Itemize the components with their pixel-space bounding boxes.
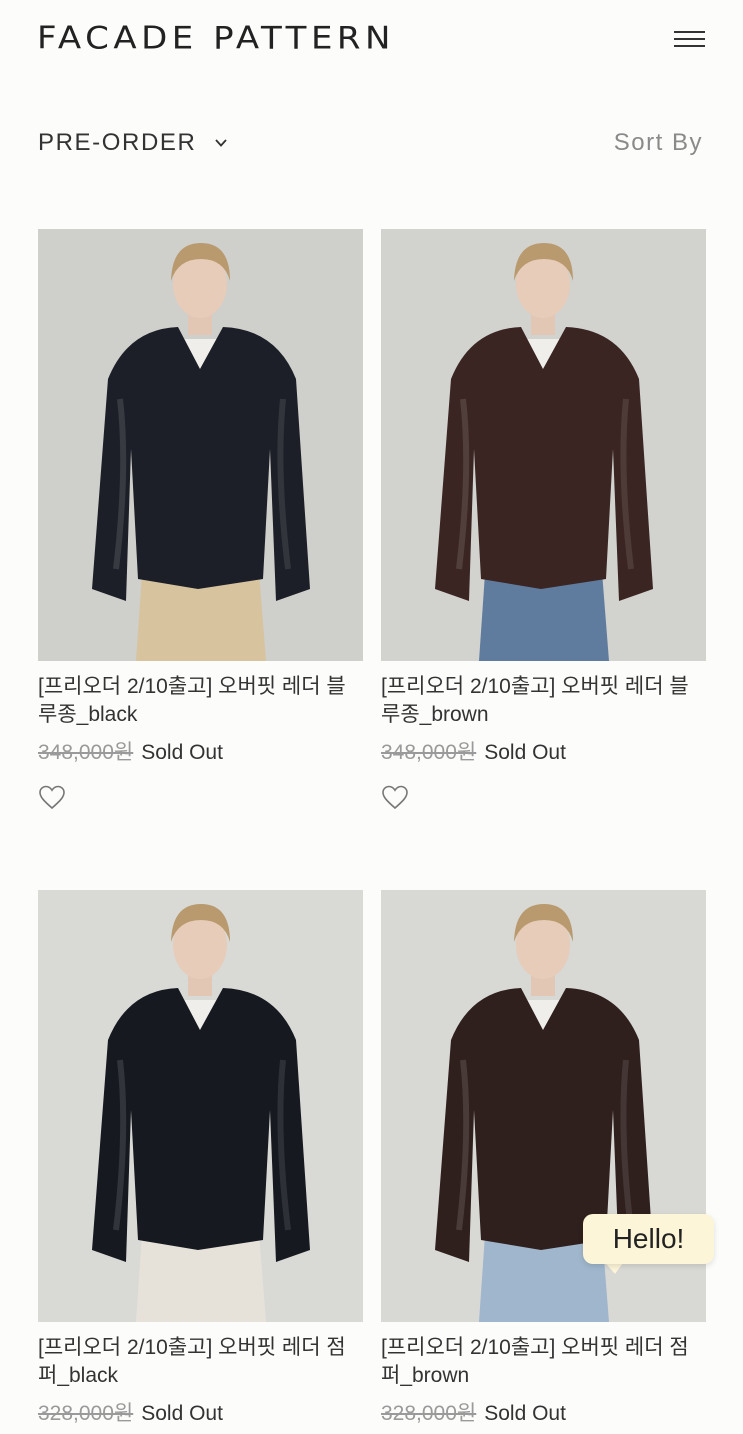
model-figure <box>92 904 310 1322</box>
price-row: 348,000원 Sold Out <box>381 739 706 767</box>
brand-logo[interactable]: FACADE PATTERN <box>37 20 395 57</box>
product-card: [프리오더 2/10출고] 오버핏 레더 점퍼_black 328,000원 S… <box>38 890 363 1428</box>
product-name[interactable]: [프리오더 2/10출고] 오버핏 레더 점퍼_brown <box>381 1334 706 1390</box>
model-figure <box>92 243 310 661</box>
sort-by-button[interactable]: Sort By <box>614 129 703 157</box>
sold-out-label: Sold Out <box>484 1402 566 1425</box>
product-card: [프리오더 2/10출고] 오버핏 레더 점퍼_brown 328,000원 S… <box>381 890 706 1428</box>
heart-icon[interactable] <box>38 785 66 811</box>
model-figure <box>435 243 653 661</box>
sold-out-label: Sold Out <box>141 1402 223 1425</box>
product-image[interactable] <box>38 229 363 661</box>
sold-out-label: Sold Out <box>484 741 566 764</box>
site-header: FACADE PATTERN <box>0 0 743 80</box>
price-row: 328,000원 Sold Out <box>38 1400 363 1428</box>
menu-line <box>674 45 705 47</box>
category-dropdown[interactable]: PRE-ORDER <box>38 128 228 158</box>
original-price: 348,000원 <box>381 741 477 764</box>
product-name[interactable]: [프리오더 2/10출고] 오버핏 레더 블루종_brown <box>381 673 706 729</box>
sold-out-label: Sold Out <box>141 741 223 764</box>
original-price: 328,000원 <box>38 1402 134 1425</box>
chevron-down-icon <box>215 139 228 147</box>
price-row: 328,000원 Sold Out <box>381 1400 706 1428</box>
product-image[interactable] <box>381 229 706 661</box>
price-row: 348,000원 Sold Out <box>38 739 363 767</box>
hamburger-menu-icon[interactable] <box>672 30 706 50</box>
chat-hello-button[interactable]: Hello! <box>583 1214 714 1264</box>
product-name[interactable]: [프리오더 2/10출고] 오버핏 레더 블루종_black <box>38 673 363 729</box>
original-price: 328,000원 <box>381 1402 477 1425</box>
menu-line <box>674 31 705 33</box>
product-card: [프리오더 2/10출고] 오버핏 레더 블루종_brown 348,000원 … <box>381 229 706 816</box>
category-label: PRE-ORDER <box>38 129 197 156</box>
product-image[interactable] <box>38 890 363 1322</box>
product-card: [프리오더 2/10출고] 오버핏 레더 블루종_black 348,000원 … <box>38 229 363 816</box>
product-list-page: FACADE PATTERN PRE-ORDER Sort By [프리오더 2… <box>0 0 743 1434</box>
menu-line <box>674 38 705 40</box>
original-price: 348,000원 <box>38 741 134 764</box>
product-name[interactable]: [프리오더 2/10출고] 오버핏 레더 점퍼_black <box>38 1334 363 1390</box>
heart-icon[interactable] <box>381 785 409 811</box>
